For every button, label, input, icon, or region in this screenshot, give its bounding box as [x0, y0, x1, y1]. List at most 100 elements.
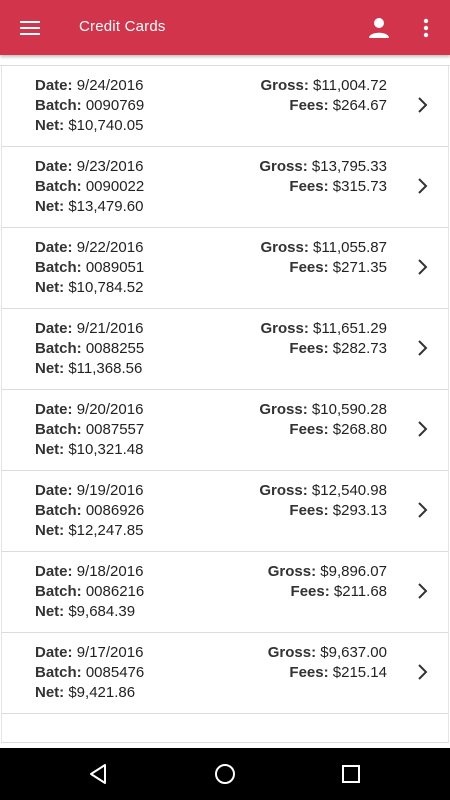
- net-label: Net:: [35, 198, 65, 215]
- net-value: $9,421.86: [68, 684, 136, 701]
- fees-value: $211.68: [333, 583, 387, 600]
- list-item[interactable]: Date: 9/24/2016 Batch: 0090769 Net: $10,…: [1, 66, 449, 147]
- batch-label: Batch:: [35, 97, 82, 114]
- chevron-right-icon[interactable]: [416, 663, 430, 681]
- row-right: Gross: $9,896.07 Fees: $211.68: [268, 562, 387, 602]
- gross-value: $11,055.87: [313, 239, 387, 256]
- net-label: Net:: [35, 441, 65, 458]
- list-item[interactable]: Date: 9/23/2016 Batch: 0090022 Net: $13,…: [1, 147, 449, 228]
- batch-value: 0085476: [85, 664, 145, 681]
- chevron-right-icon[interactable]: [416, 582, 430, 600]
- date-value: 9/22/2016: [76, 239, 144, 256]
- net-value: $10,740.05: [68, 117, 144, 134]
- fees-value: $264.67: [332, 97, 387, 114]
- date-label: Date:: [35, 401, 73, 418]
- fees-label: Fees:: [289, 664, 329, 681]
- row-right: Gross: $13,795.33 Fees: $315.73: [259, 157, 387, 197]
- batch-value: 0086216: [85, 583, 145, 600]
- date-label: Date:: [35, 239, 73, 256]
- gross-label: Gross:: [259, 158, 308, 175]
- net-label: Net:: [35, 522, 65, 539]
- row-right: Gross: $11,004.72 Fees: $264.67: [261, 76, 388, 116]
- gross-value: $10,590.28: [311, 401, 387, 418]
- list-end-spacer: [1, 714, 449, 743]
- batch-label: Batch:: [35, 664, 82, 681]
- gross-value: $12,540.98: [311, 482, 387, 499]
- chevron-right-icon[interactable]: [416, 501, 430, 519]
- net-value: $13,479.60: [68, 198, 144, 215]
- list-item[interactable]: Date: 9/20/2016 Batch: 0087557 Net: $10,…: [1, 390, 449, 471]
- row-left: Date: 9/17/2016 Batch: 0085476 Net: $9,4…: [35, 643, 144, 703]
- system-nav-bar: [0, 748, 450, 800]
- gross-value: $11,651.29: [313, 320, 387, 337]
- net-label: Net:: [35, 603, 65, 620]
- date-value: 9/17/2016: [76, 644, 144, 661]
- recents-square-icon[interactable]: [337, 760, 365, 788]
- batch-value: 0086926: [85, 502, 145, 519]
- fees-label: Fees:: [290, 583, 330, 600]
- gross-label: Gross:: [267, 563, 317, 580]
- chevron-right-icon[interactable]: [416, 96, 430, 114]
- fees-value: $268.80: [332, 421, 387, 438]
- gross-label: Gross:: [260, 239, 309, 256]
- more-vert-icon[interactable]: [410, 12, 442, 44]
- chevron-right-icon[interactable]: [416, 420, 430, 438]
- batch-value: 0090022: [85, 178, 145, 195]
- row-right: Gross: $11,055.87 Fees: $271.35: [261, 238, 388, 278]
- batch-value: 0090769: [85, 97, 145, 114]
- fees-value: $271.35: [332, 259, 387, 276]
- list-item[interactable]: Date: 9/17/2016 Batch: 0085476 Net: $9,4…: [1, 633, 449, 714]
- date-value: 9/24/2016: [76, 77, 144, 94]
- row-left: Date: 9/19/2016 Batch: 0086926 Net: $12,…: [35, 481, 144, 541]
- net-label: Net:: [35, 279, 65, 296]
- hamburger-menu-icon[interactable]: [14, 12, 46, 44]
- back-triangle-icon[interactable]: [84, 760, 112, 788]
- fees-value: $315.73: [332, 178, 387, 195]
- gross-label: Gross:: [259, 482, 308, 499]
- fees-label: Fees:: [289, 421, 329, 438]
- batch-label: Batch:: [35, 421, 82, 438]
- gross-value: $13,795.33: [311, 158, 387, 175]
- list-item[interactable]: Date: 9/21/2016 Batch: 0088255 Net: $11,…: [1, 309, 449, 390]
- home-circle-icon[interactable]: [211, 760, 239, 788]
- gross-value: $9,896.07: [320, 563, 387, 580]
- chevron-right-icon[interactable]: [416, 339, 430, 357]
- date-label: Date:: [35, 482, 73, 499]
- batch-label: Batch:: [35, 340, 82, 357]
- chevron-right-icon[interactable]: [416, 177, 430, 195]
- fees-label: Fees:: [289, 259, 329, 276]
- fees-label: Fees:: [289, 502, 329, 519]
- date-value: 9/21/2016: [76, 320, 144, 337]
- row-left: Date: 9/20/2016 Batch: 0087557 Net: $10,…: [35, 400, 144, 460]
- net-label: Net:: [35, 684, 65, 701]
- row-right: Gross: $12,540.98 Fees: $293.13: [259, 481, 387, 521]
- row-left: Date: 9/24/2016 Batch: 0090769 Net: $10,…: [35, 76, 144, 136]
- fees-label: Fees:: [289, 97, 329, 114]
- date-label: Date:: [35, 644, 73, 661]
- batch-label: Batch:: [35, 259, 82, 276]
- list-item[interactable]: Date: 9/18/2016 Batch: 0086216 Net: $9,6…: [1, 552, 449, 633]
- row-right: Gross: $9,637.00 Fees: $215.14: [268, 643, 387, 683]
- fees-label: Fees:: [289, 178, 329, 195]
- date-label: Date:: [35, 158, 73, 175]
- batch-value: 0088255: [85, 340, 145, 357]
- batch-value: 0087557: [85, 421, 145, 438]
- gross-label: Gross:: [259, 401, 308, 418]
- net-value: $10,784.52: [68, 279, 144, 296]
- net-value: $11,368.56: [68, 360, 143, 377]
- row-left: Date: 9/21/2016 Batch: 0088255 Net: $11,…: [35, 319, 144, 379]
- row-right: Gross: $10,590.28 Fees: $268.80: [259, 400, 387, 440]
- list-item[interactable]: Date: 9/22/2016 Batch: 0089051 Net: $10,…: [1, 228, 449, 309]
- row-right: Gross: $11,651.29 Fees: $282.73: [261, 319, 388, 359]
- page-title: Credit Cards: [79, 18, 166, 35]
- account-icon[interactable]: [363, 12, 395, 44]
- date-label: Date:: [35, 320, 73, 337]
- app-bar: Credit Cards: [0, 0, 450, 55]
- list-item[interactable]: Date: 9/19/2016 Batch: 0086926 Net: $12,…: [1, 471, 449, 552]
- batch-label: Batch:: [35, 583, 82, 600]
- net-value: $10,321.48: [68, 441, 144, 458]
- net-value: $9,684.39: [68, 603, 136, 620]
- chevron-right-icon[interactable]: [416, 258, 430, 276]
- batch-value: 0089051: [85, 259, 145, 276]
- date-label: Date:: [35, 77, 73, 94]
